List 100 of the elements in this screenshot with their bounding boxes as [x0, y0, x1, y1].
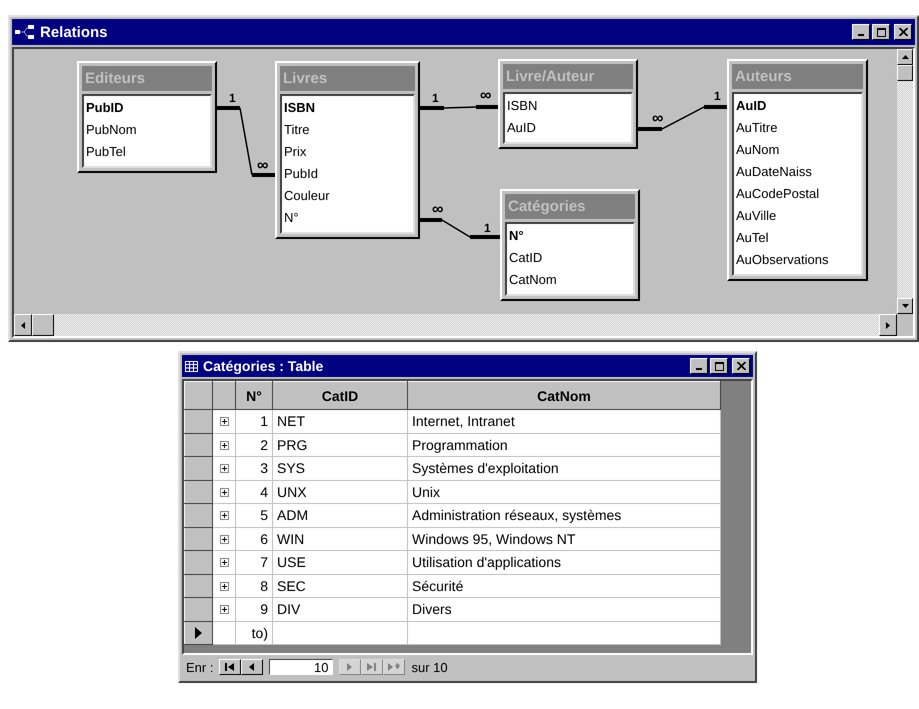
- scroll-right-button[interactable]: [879, 314, 897, 336]
- expand-icon[interactable]: [220, 488, 228, 497]
- field-name: AuTitre: [736, 119, 778, 137]
- horizontal-scrollbar[interactable]: [14, 314, 897, 336]
- field-name: AuCodePostal: [736, 185, 820, 203]
- field-name: Couleur: [284, 187, 331, 205]
- scroll-thumb[interactable]: [897, 65, 913, 81]
- first-record-button[interactable]: [219, 659, 242, 675]
- field-name: N°: [284, 209, 300, 227]
- field-name: PubTel: [86, 143, 127, 161]
- first-record-icon: [225, 663, 236, 671]
- table-cell: 5: [236, 504, 272, 527]
- field-name: AuObservations: [736, 251, 830, 269]
- scroll-thumb[interactable]: [32, 314, 54, 336]
- table-cell: 7: [236, 550, 272, 574]
- table-cell: 2: [236, 433, 272, 456]
- cardinality-label: ∞: [257, 159, 268, 173]
- table-cell: ADM: [272, 504, 408, 527]
- field-name: ISBN: [507, 97, 538, 115]
- select-all-button[interactable]: [184, 382, 212, 410]
- table-box[interactable]: Auteurs AuID AuTitre AuNom AuDateNaiss AuCodePostal AuVille AuTel AuObservations: [727, 59, 868, 281]
- maximize-button[interactable]: [872, 24, 890, 40]
- minimize-button[interactable]: [690, 358, 708, 374]
- record-selector[interactable]: [184, 504, 212, 527]
- up-arrow-icon: [902, 55, 908, 59]
- cardinality-label: 1: [432, 91, 439, 105]
- table-cell: UNX: [272, 480, 408, 504]
- table-cell: SEC: [272, 574, 408, 598]
- field-name: N°: [509, 227, 525, 245]
- table-box[interactable]: Editeurs PubID PubNom PubTel: [77, 61, 217, 173]
- close-button[interactable]: [894, 24, 912, 40]
- scroll-down-button[interactable]: [897, 298, 913, 314]
- field-name: CatNom: [509, 271, 558, 289]
- field-name: PubId: [284, 165, 319, 183]
- expand-icon[interactable]: [220, 558, 228, 568]
- table-cell: SYS: [272, 456, 408, 480]
- record-selector[interactable]: [184, 527, 212, 550]
- table-cell: Programmation: [408, 433, 720, 456]
- table-name: Livres: [280, 66, 415, 91]
- record-selector[interactable]: [184, 480, 212, 504]
- table-box[interactable]: Livres ISBN Titre Prix PubId Couleur N°: [275, 61, 420, 239]
- field-name: AuNom: [736, 141, 780, 159]
- table-cell: Unix: [408, 480, 720, 504]
- record-selector[interactable]: [184, 574, 212, 598]
- window-title: Catégories : Table: [203, 358, 324, 374]
- relationship-line[interactable]: [217, 106, 275, 177]
- cardinality-label: ∞: [432, 203, 444, 217]
- record-selector[interactable]: [184, 410, 212, 433]
- table-cell: Windows 95, Windows NT: [408, 527, 720, 550]
- table-name: Catégories: [505, 194, 635, 219]
- record-selector[interactable]: [184, 433, 212, 456]
- record-selector[interactable]: [184, 621, 212, 644]
- record-selector[interactable]: [184, 550, 212, 574]
- expand-icon[interactable]: [220, 534, 228, 544]
- table-cell: 3: [236, 456, 272, 480]
- cardinality-label: ∞: [480, 89, 492, 103]
- table-box[interactable]: Livre/Auteur ISBN AuID: [498, 59, 638, 149]
- record-selector[interactable]: [184, 456, 212, 480]
- scroll-left-button[interactable]: [14, 314, 32, 336]
- last-record-icon: [367, 663, 378, 671]
- cardinality-label: 1: [484, 221, 491, 235]
- table-name: Livre/Auteur: [503, 64, 633, 89]
- table-cell: WIN: [272, 527, 408, 550]
- cardinality-label: ∞: [652, 112, 664, 126]
- down-arrow-icon: [902, 304, 908, 308]
- previous-record-icon: [249, 663, 256, 671]
- previous-record-button[interactable]: [241, 659, 264, 675]
- table-name: Auteurs: [732, 64, 863, 89]
- expand-icon[interactable]: [220, 511, 228, 520]
- field-name: PubID: [86, 99, 125, 117]
- maximize-button[interactable]: [710, 358, 728, 374]
- table-cell: Sécurité: [408, 574, 720, 598]
- column-header[interactable]: N°: [236, 382, 272, 410]
- current-record-icon: [195, 626, 202, 639]
- table-cell: USE: [272, 550, 408, 574]
- expand-icon[interactable]: [220, 605, 228, 614]
- table-cell: PRG: [272, 433, 408, 456]
- table-cell: Systèmes d'exploitation: [408, 456, 720, 480]
- record-number-field[interactable]: 10: [269, 659, 334, 675]
- relationship-line[interactable]: [638, 105, 727, 131]
- expand-icon[interactable]: [220, 582, 228, 591]
- close-button[interactable]: [732, 358, 750, 374]
- table-box[interactable]: Catégories N° CatID CatNom: [500, 189, 640, 301]
- minimize-icon: [858, 34, 864, 36]
- scroll-up-button[interactable]: [897, 49, 913, 65]
- expand-icon[interactable]: [220, 440, 228, 450]
- table-cell: 1: [236, 410, 272, 433]
- vertical-scrollbar[interactable]: [897, 49, 913, 314]
- expand-icon[interactable]: [220, 464, 228, 474]
- field-name: AuID: [736, 97, 768, 115]
- expand-icon[interactable]: [220, 417, 228, 426]
- relationship-line[interactable]: [420, 105, 498, 110]
- table-name: Editeurs: [82, 66, 212, 91]
- next-record-icon: [347, 663, 354, 671]
- record-selector[interactable]: [184, 598, 212, 621]
- minimize-button[interactable]: [852, 24, 870, 40]
- right-arrow-icon: [886, 322, 890, 328]
- column-header[interactable]: CatNom: [408, 382, 720, 410]
- relationship-line[interactable]: [420, 218, 500, 239]
- column-header[interactable]: CatID: [272, 382, 408, 410]
